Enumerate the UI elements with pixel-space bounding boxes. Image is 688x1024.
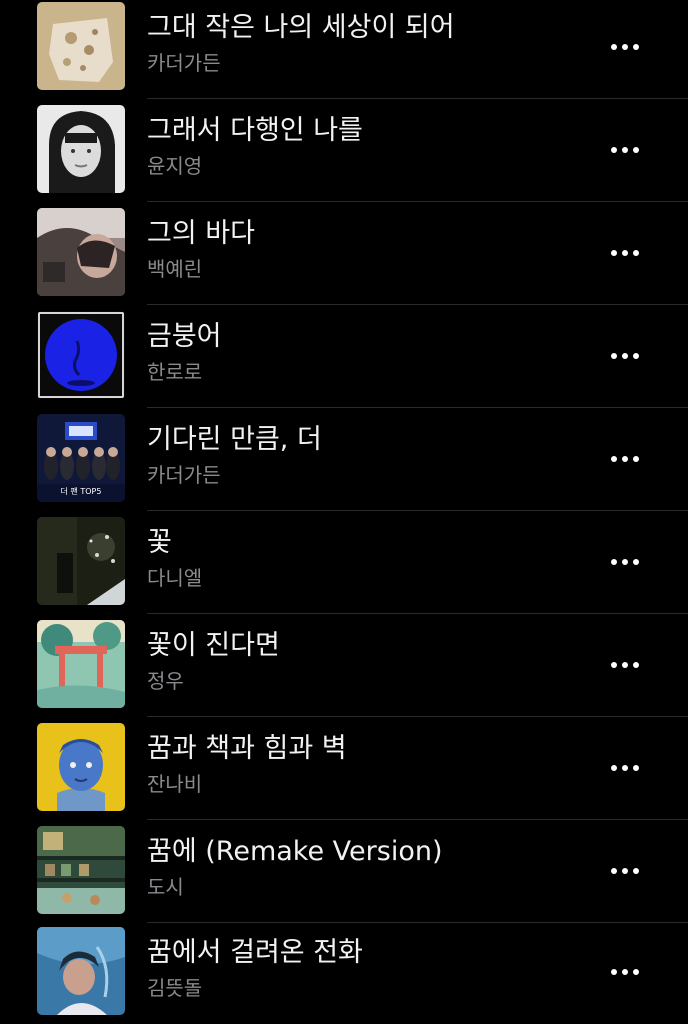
album-art [37, 517, 125, 605]
song-artist: 잔나비 [147, 772, 203, 796]
more-options-button[interactable] [604, 856, 648, 886]
ellipsis-icon [611, 868, 639, 874]
song-title: 꿈과 책과 힘과 벽 [147, 733, 347, 764]
song-row[interactable]: 꿈에서 걸려온 전화 김뜻돌 [0, 927, 688, 1024]
song-row[interactable]: 꽃 다니엘 [0, 517, 688, 620]
song-title: 기다린 만큼, 더 [147, 424, 322, 455]
more-options-button[interactable] [604, 341, 648, 371]
song-row[interactable]: 더 팬 TOP5 기다린 만큼, 더 카더가든 [0, 414, 688, 517]
song-artist: 윤지영 [147, 154, 203, 178]
song-row[interactable]: 그래서 다행인 나를 윤지영 [0, 105, 688, 208]
album-art [37, 826, 125, 914]
song-list: 그대 작은 나의 세상이 되어 카더가든 그래서 다행인 나를 윤지영 그의 바… [0, 0, 688, 1024]
song-artist: 카더가든 [147, 51, 221, 75]
more-options-button[interactable] [604, 650, 648, 680]
ellipsis-icon [611, 969, 639, 975]
song-artist: 카더가든 [147, 463, 221, 487]
ellipsis-icon [611, 662, 639, 668]
row-divider [147, 510, 688, 511]
ellipsis-icon [611, 456, 639, 462]
row-divider [147, 304, 688, 305]
row-divider [147, 716, 688, 717]
album-art [37, 105, 125, 193]
song-title: 그래서 다행인 나를 [147, 115, 363, 146]
song-title: 꽃이 진다면 [147, 630, 280, 661]
song-title: 그의 바다 [147, 218, 255, 249]
more-options-button[interactable] [604, 444, 648, 474]
ellipsis-icon [611, 44, 639, 50]
row-divider [147, 201, 688, 202]
song-row[interactable]: 꽃이 진다면 정우 [0, 620, 688, 723]
row-divider [147, 922, 688, 923]
song-artist: 백예린 [147, 257, 203, 281]
row-divider [147, 407, 688, 408]
more-options-button[interactable] [604, 753, 648, 783]
song-row[interactable]: 그대 작은 나의 세상이 되어 카더가든 [0, 2, 688, 105]
ellipsis-icon [611, 147, 639, 153]
song-title: 그대 작은 나의 세상이 되어 [147, 12, 455, 43]
album-art [37, 208, 125, 296]
song-artist: 정우 [147, 669, 184, 693]
row-divider [147, 613, 688, 614]
song-row[interactable]: 꿈에 (Remake Version) 도시 [0, 826, 688, 929]
song-title: 금붕어 [147, 321, 222, 352]
song-artist: 다니엘 [147, 566, 203, 590]
more-options-button[interactable] [604, 957, 648, 987]
row-divider [147, 819, 688, 820]
song-row[interactable]: 꿈과 책과 힘과 벽 잔나비 [0, 723, 688, 826]
album-art [37, 927, 125, 1015]
song-artist: 김뜻돌 [147, 976, 203, 1000]
more-options-button[interactable] [604, 135, 648, 165]
song-row[interactable]: 그의 바다 백예린 [0, 208, 688, 311]
song-title: 꿈에 (Remake Version) [147, 836, 443, 867]
album-art [37, 620, 125, 708]
ellipsis-icon [611, 765, 639, 771]
song-artist: 한로로 [147, 360, 203, 384]
album-art [37, 723, 125, 811]
ellipsis-icon [611, 559, 639, 565]
more-options-button[interactable] [604, 32, 648, 62]
row-divider [147, 98, 688, 99]
album-art: 더 팬 TOP5 [37, 414, 125, 502]
song-title: 꽃 [147, 527, 172, 558]
song-title: 꿈에서 걸려온 전화 [147, 937, 363, 968]
ellipsis-icon [611, 353, 639, 359]
ellipsis-icon [611, 250, 639, 256]
album-art [37, 2, 125, 90]
album-art [37, 311, 125, 399]
more-options-button[interactable] [604, 238, 648, 268]
album-art-caption: 더 팬 TOP5 [60, 487, 102, 496]
song-row[interactable]: 금붕어 한로로 [0, 311, 688, 414]
more-options-button[interactable] [604, 547, 648, 577]
song-artist: 도시 [147, 875, 184, 899]
